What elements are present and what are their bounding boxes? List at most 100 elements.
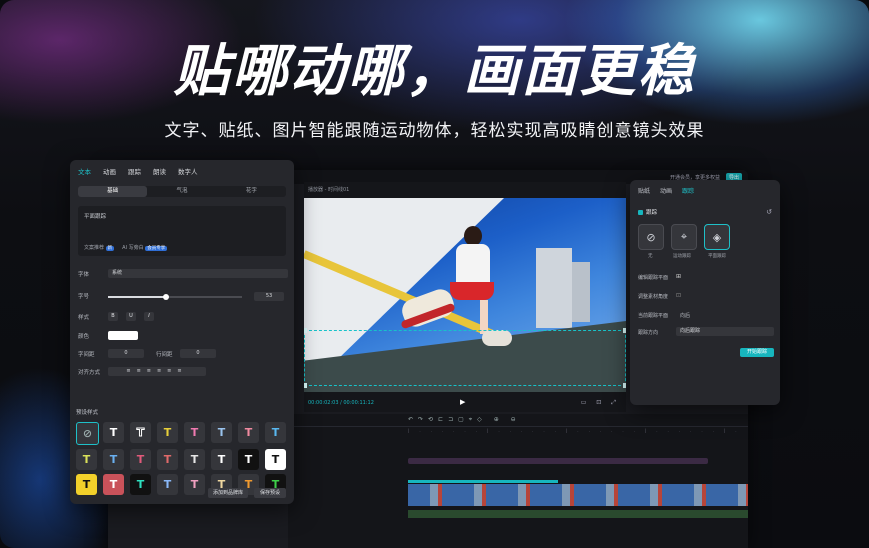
- preset-item[interactable]: T: [184, 474, 205, 495]
- text-content-input[interactable]: 平面跟踪 文案推荐 新 AI 写旁白 会员专享: [78, 206, 286, 256]
- play-icon[interactable]: ▶: [460, 398, 465, 406]
- track-handle[interactable]: [623, 328, 626, 333]
- style-segmented-control: 基础 气泡 花字: [78, 186, 286, 197]
- tab-tracking[interactable]: 跟踪: [128, 166, 141, 178]
- timeline: ↶↷⟲⊏⊐▢⌖◇ ⊕ ⊖ |......|......|......|.....…: [288, 414, 748, 548]
- track-handle[interactable]: [623, 383, 626, 388]
- checkbox-icon[interactable]: [638, 209, 643, 215]
- line-spacing-label: 行间距: [156, 352, 173, 358]
- text-panel-tabs: 文本 动画 跟踪 朗读 数字人: [70, 160, 294, 178]
- copy-suggest-chip[interactable]: 文案推荐 新: [84, 244, 115, 251]
- adjust-angle-label: 调整素材角度: [638, 294, 669, 300]
- ai-narration-chip[interactable]: AI 写旁白 会员专享: [122, 244, 168, 251]
- save-preset-button[interactable]: 保存预设: [254, 488, 286, 498]
- preset-item[interactable]: T: [76, 474, 97, 495]
- line-spacing-input[interactable]: 0: [180, 349, 216, 358]
- tab-sticker[interactable]: 贴纸: [638, 186, 650, 195]
- tracking-plane-box[interactable]: [304, 328, 626, 388]
- segment-fancy-text[interactable]: 花字: [217, 186, 286, 197]
- person-skirt: [450, 282, 494, 300]
- video-frame[interactable]: [304, 198, 626, 392]
- track-direction-select[interactable]: 向后跟踪: [676, 327, 774, 336]
- preset-item[interactable]: T: [130, 422, 151, 443]
- preset-item[interactable]: T: [103, 474, 124, 495]
- color-swatch[interactable]: [108, 331, 138, 340]
- underline-button[interactable]: U: [126, 312, 136, 321]
- preset-item[interactable]: T: [103, 449, 124, 470]
- tab-animation[interactable]: 动画: [103, 166, 116, 178]
- edit-plane-icon[interactable]: ⊞: [676, 273, 681, 280]
- current-plane-value: 向后: [680, 313, 691, 319]
- size-slider-fill: [108, 296, 166, 298]
- bold-button[interactable]: B: [108, 312, 118, 321]
- preset-item[interactable]: T: [157, 474, 178, 495]
- tab-digital-human[interactable]: 数字人: [178, 166, 198, 178]
- preset-item[interactable]: T: [265, 422, 286, 443]
- frame-building-2: [572, 262, 590, 322]
- preset-item[interactable]: T: [184, 422, 205, 443]
- preset-item[interactable]: T: [184, 449, 205, 470]
- track-handle[interactable]: [304, 328, 307, 333]
- size-label: 字号: [78, 294, 90, 300]
- size-slider-knob[interactable]: [162, 294, 169, 300]
- sticker-clip[interactable]: [408, 480, 558, 483]
- segment-bubble[interactable]: 气泡: [147, 186, 216, 197]
- size-input[interactable]: 53: [254, 292, 284, 301]
- plane-track-icon[interactable]: ◈: [704, 224, 730, 250]
- italic-button[interactable]: I: [144, 312, 154, 321]
- preset-item[interactable]: T: [130, 474, 151, 495]
- timecode: 00:00:02:03 / 00:00:11:12: [308, 400, 374, 406]
- player-title: 播放器 - 时间线01: [308, 187, 350, 193]
- player-tools-icons[interactable]: ▭ ⊡ ⤢: [581, 399, 620, 407]
- style-label: 样式: [78, 315, 90, 321]
- font-select[interactable]: 系统: [108, 269, 288, 278]
- headline: 贴哪动哪，画面更稳: [173, 39, 696, 104]
- text-panel: 文本 动画 跟踪 朗读 数字人 基础 气泡 花字 平面跟踪 文案推荐 新 AI …: [70, 160, 294, 504]
- text-clip[interactable]: [408, 458, 708, 464]
- video-clip[interactable]: [408, 484, 748, 506]
- add-to-brand-button[interactable]: 添加到品牌库: [208, 488, 248, 498]
- tab-text[interactable]: 文本: [78, 166, 91, 178]
- preset-item[interactable]: T: [265, 449, 286, 470]
- preset-item[interactable]: T: [157, 422, 178, 443]
- none-icon[interactable]: ⊘: [638, 224, 664, 250]
- mode-label-plane: 平面跟踪: [708, 254, 726, 259]
- align-buttons[interactable]: ≡≡≡≡≡≡: [108, 367, 206, 376]
- preset-item[interactable]: T: [157, 449, 178, 470]
- preset-item[interactable]: T: [211, 422, 232, 443]
- preset-item[interactable]: T: [130, 449, 151, 470]
- tracking-section-header[interactable]: 跟踪: [638, 208, 657, 216]
- subheadline: 文字、贴纸、图片智能跟随运动物体，轻松实现高吸睛创意镜头效果: [164, 121, 705, 141]
- preset-styles: 预设样式 ⊘ T T T T T T T T T T T T T T T T T…: [76, 408, 292, 495]
- tab-animation[interactable]: 动画: [660, 186, 672, 195]
- tab-read-aloud[interactable]: 朗读: [153, 166, 166, 178]
- edit-plane-label: 编辑跟踪平面: [638, 275, 669, 281]
- tab-tracking[interactable]: 跟踪: [682, 186, 694, 195]
- ai-chips: 文案推荐 新 AI 写旁白 会员专享: [84, 244, 168, 251]
- tracking-modes: ⊘ ⌖ ◈: [638, 224, 730, 250]
- mode-label-motion: 运动跟踪: [673, 254, 691, 259]
- track-handle[interactable]: [304, 383, 307, 388]
- preset-none-icon[interactable]: ⊘: [76, 422, 99, 445]
- preset-item[interactable]: T: [76, 449, 97, 470]
- motion-track-icon[interactable]: ⌖: [671, 224, 697, 250]
- tracking-panel: 贴纸 动画 跟踪 跟踪 ↺ ⊘ ⌖ ◈ 无 运动跟踪 平面跟踪 编辑跟踪平面 ⊞…: [630, 180, 780, 405]
- preset-item[interactable]: T: [238, 449, 259, 470]
- preset-item[interactable]: T: [238, 422, 259, 443]
- frame-building: [536, 248, 572, 328]
- spacing-input[interactable]: 0: [108, 349, 144, 358]
- segment-basic[interactable]: 基础: [78, 186, 148, 197]
- color-label: 颜色: [78, 334, 90, 340]
- start-tracking-button[interactable]: 开始跟踪: [740, 348, 774, 357]
- spacing-label: 字间距: [78, 352, 95, 358]
- align-label: 对齐方式: [78, 370, 101, 376]
- reset-icon[interactable]: ↺: [766, 208, 772, 216]
- player-controls: 00:00:02:03 / 00:00:11:12 ▶ ▭ ⊡ ⤢: [304, 394, 626, 412]
- preset-item[interactable]: T: [103, 422, 124, 443]
- preset-item[interactable]: T: [211, 449, 232, 470]
- mode-label-none: 无: [648, 254, 653, 259]
- timeline-toolbar[interactable]: ↶↷⟲⊏⊐▢⌖◇ ⊕ ⊖: [288, 414, 748, 427]
- audio-clip[interactable]: [408, 510, 748, 518]
- text-content-value: 平面跟踪: [84, 214, 107, 220]
- adjust-angle-icon[interactable]: ⊡: [676, 292, 681, 299]
